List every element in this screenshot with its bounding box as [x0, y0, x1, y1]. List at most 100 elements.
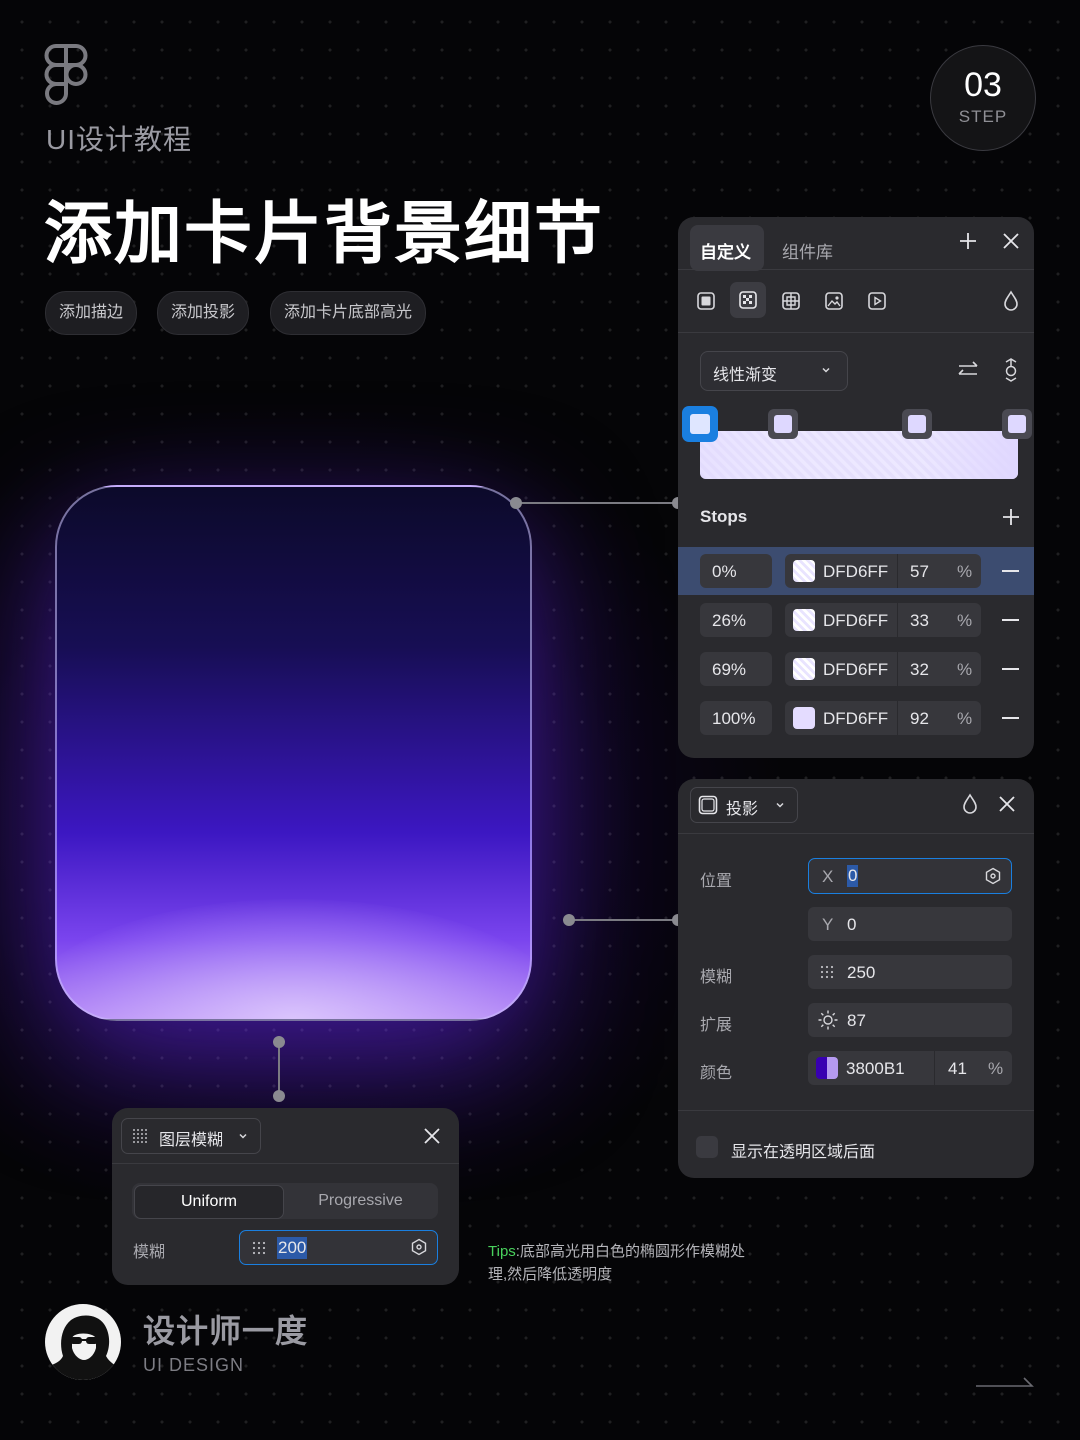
brand-label: UI设计教程: [46, 124, 193, 155]
stop-position-field[interactable]: 0%: [700, 554, 772, 588]
gradient-stop-handle-active[interactable]: [682, 406, 718, 442]
tab-library[interactable]: 组件库: [782, 238, 833, 263]
effect-type-value: 图层模糊: [159, 1132, 224, 1149]
spread-sun-icon: [817, 1009, 839, 1031]
stop-row[interactable]: 26% DFD6FF 33 %: [678, 596, 1034, 644]
stop-hex: DFD6FF: [823, 611, 889, 630]
position-label: 位置: [700, 873, 733, 890]
gradient-bar[interactable]: [700, 431, 1018, 479]
x-offset-input[interactable]: X 0: [808, 858, 1012, 894]
stop-position: 26%: [712, 611, 747, 630]
gradient-fill-button[interactable]: [730, 282, 766, 318]
stop-hex: DFD6FF: [823, 660, 889, 679]
y-offset-input[interactable]: Y 0: [808, 907, 1012, 941]
gradient-type-select[interactable]: 线性渐变: [700, 351, 848, 391]
effect-type-select[interactable]: 投影: [690, 787, 798, 823]
card-preview: [55, 485, 532, 1021]
color-swatch: [793, 609, 815, 631]
blur-mode-toggle: Uniform Progressive: [132, 1183, 438, 1219]
tab-custom[interactable]: 自定义: [690, 225, 764, 271]
pattern-fill-icon[interactable]: [778, 288, 804, 314]
color-opacity: 41: [948, 1059, 967, 1078]
variable-icon[interactable]: [984, 867, 1002, 885]
video-fill-icon[interactable]: [864, 288, 890, 314]
effect-type-value: 投影: [726, 801, 759, 818]
divider: [678, 1110, 1034, 1111]
color-swatch: [793, 658, 815, 680]
stop-row[interactable]: 69% DFD6FF 32 %: [678, 645, 1034, 693]
swap-direction-icon[interactable]: [955, 357, 981, 383]
tips-text: Tips:底部高光用白色的椭圆形作模糊处理,然后降低透明度: [488, 1240, 748, 1286]
chevron-down-icon: [775, 800, 785, 810]
stop-color-field[interactable]: DFD6FF 57 %: [785, 554, 981, 588]
chip-add-shadow: 添加投影: [157, 291, 250, 335]
opacity-drop-icon[interactable]: [957, 791, 983, 817]
stop-row[interactable]: 100% DFD6FF 92 %: [678, 694, 1034, 742]
opacity-drop-icon[interactable]: [998, 288, 1024, 314]
gradient-stop-handle[interactable]: [1002, 409, 1032, 439]
stop-position: 0%: [712, 562, 737, 581]
effect-type-select[interactable]: 图层模糊: [121, 1118, 261, 1154]
color-swatch: [793, 560, 815, 582]
tab-custom-label: 自定义: [700, 243, 751, 262]
percent-unit: %: [957, 709, 973, 728]
stop-position: 69%: [712, 660, 747, 679]
spread-label: 扩展: [700, 1017, 733, 1034]
stop-color-field[interactable]: DFD6FF 32 %: [785, 652, 981, 686]
close-icon[interactable]: [998, 228, 1024, 254]
show-behind-checkbox[interactable]: [696, 1136, 718, 1158]
x-label: X: [822, 867, 834, 886]
color-swatch: [793, 707, 815, 729]
step-badge: 03 STEP: [930, 45, 1036, 151]
layer-blur-panel: 图层模糊 Uniform Progressive 模糊 200: [112, 1108, 459, 1285]
remove-stop-icon[interactable]: [1002, 619, 1019, 621]
divider: [678, 269, 1034, 270]
stop-position-field[interactable]: 26%: [700, 603, 772, 637]
fill-panel: 自定义 组件库 线性渐变 Stops 0% DFD6FF 57 % 26% DF…: [678, 217, 1034, 758]
mode-progressive-button[interactable]: Progressive: [285, 1185, 436, 1217]
close-icon[interactable]: [994, 791, 1020, 817]
blur-label: 模糊: [700, 969, 733, 986]
add-stop-icon[interactable]: [998, 504, 1024, 530]
stop-position-field[interactable]: 100%: [700, 701, 772, 735]
show-behind-label: 显示在透明区域后面: [731, 1144, 876, 1161]
step-number: 03: [964, 66, 1002, 104]
connector-dot: [563, 914, 575, 926]
layer-blur-icon: [132, 1128, 148, 1144]
chevron-down-icon: [821, 365, 831, 375]
spread-value: 87: [847, 1011, 866, 1030]
rotate-icon[interactable]: [998, 357, 1024, 383]
gradient-fill-icon: [735, 287, 761, 313]
divider: [678, 833, 1034, 834]
percent-unit: %: [957, 611, 973, 630]
stop-row[interactable]: 0% DFD6FF 57 %: [678, 547, 1034, 595]
blur-input[interactable]: 250: [808, 955, 1012, 989]
connector-dot: [273, 1090, 285, 1102]
image-fill-icon[interactable]: [821, 288, 847, 314]
close-icon[interactable]: [419, 1123, 445, 1149]
color-swatch: [816, 1057, 838, 1079]
variable-icon[interactable]: [410, 1238, 428, 1256]
stop-color-field[interactable]: DFD6FF 33 %: [785, 603, 981, 637]
shadow-panel: 投影 位置 X 0 Y 0 模糊 250 扩展 87 颜色 3800B1 41 …: [678, 779, 1034, 1178]
add-icon[interactable]: [955, 228, 981, 254]
stop-position: 100%: [712, 709, 756, 728]
stop-color-field[interactable]: DFD6FF 92 %: [785, 701, 981, 735]
stop-position-field[interactable]: 69%: [700, 652, 772, 686]
avatar: [45, 1304, 121, 1380]
shadow-color-input[interactable]: 3800B1 41 %: [808, 1051, 1012, 1085]
remove-stop-icon[interactable]: [1002, 668, 1019, 670]
remove-stop-icon[interactable]: [1002, 717, 1019, 719]
step-label: STEP: [958, 107, 1008, 126]
layer-blur-input[interactable]: 200: [239, 1230, 438, 1265]
solid-fill-icon[interactable]: [693, 288, 719, 314]
spread-input[interactable]: 87: [808, 1003, 1012, 1037]
stop-hex: DFD6FF: [823, 709, 889, 728]
mode-uniform-button[interactable]: Uniform: [134, 1185, 284, 1219]
gradient-stop-handle[interactable]: [902, 409, 932, 439]
remove-stop-icon[interactable]: [1002, 570, 1019, 572]
connector-dot: [510, 497, 522, 509]
blur-value: 200: [277, 1237, 308, 1259]
stop-opacity: 32: [910, 660, 929, 679]
gradient-stop-handle[interactable]: [768, 409, 798, 439]
